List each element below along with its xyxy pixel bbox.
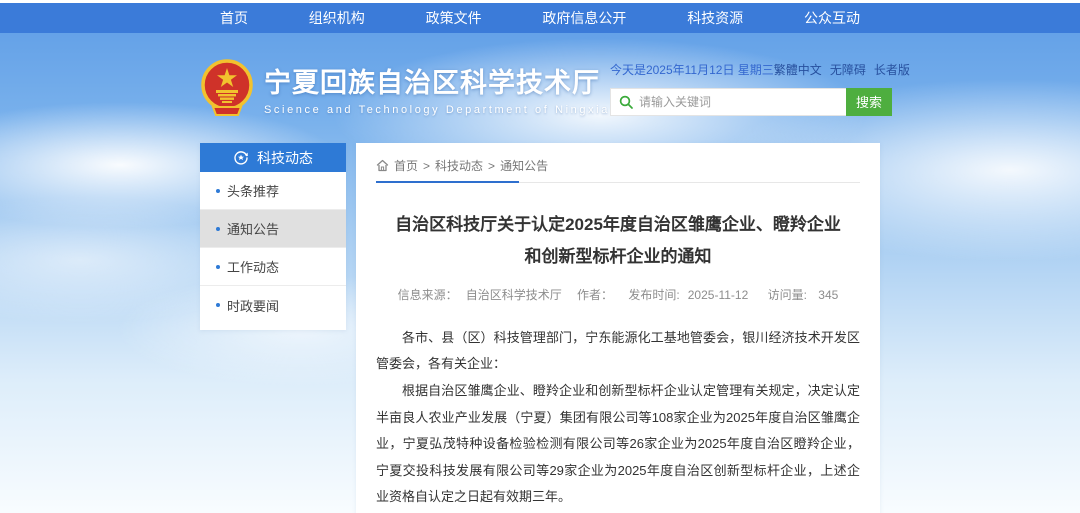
sidebar-item-label: 头条推荐 — [227, 181, 279, 200]
article-meta: 信息来源： 自治区科学技术厅 作者： 发布时间: 2025-11-12 访问量: 3… — [376, 286, 860, 303]
breadcrumb-current: 通知公告 — [500, 157, 548, 174]
article-title-line2: 和创新型标杆企业的通知 — [525, 247, 712, 266]
site-title: 宁夏回族自治区科学技术厅 — [264, 61, 610, 100]
nav-item-interaction[interactable]: 公众互动 — [804, 8, 860, 28]
nav-item-organization[interactable]: 组织机构 — [309, 8, 365, 28]
bullet-dot-icon — [216, 227, 220, 231]
current-date: 今天是2025年11月12日 星期三 — [610, 61, 774, 78]
home-icon — [376, 159, 389, 172]
sidebar: 科技动态 头条推荐 通知公告 工作动态 时政要闻 — [200, 143, 346, 330]
article-title-line1: 自治区科技厅关于认定2025年度自治区雏鹰企业、瞪羚企业 — [395, 215, 841, 234]
nav-item-resources[interactable]: 科技资源 — [687, 8, 743, 28]
bullet-dot-icon — [216, 265, 220, 269]
breadcrumb: 首页 > 科技动态 > 通知公告 — [376, 153, 860, 182]
meta-publish-date: 2025-11-12 — [688, 288, 749, 302]
link-traditional-chinese[interactable]: 繁體中文 — [774, 61, 822, 78]
site-header: 宁夏回族自治区科学技术厅 Science and Technology Depa… — [0, 33, 1080, 143]
search-box — [610, 88, 846, 116]
sidebar-item-label: 通知公告 — [227, 219, 279, 238]
sidebar-header: 科技动态 — [200, 143, 346, 172]
circled-star-icon — [233, 150, 249, 166]
search-button[interactable]: 搜索 — [846, 88, 892, 116]
article-paragraph: 根据自治区雏鹰企业、瞪羚企业和创新型标杆企业认定管理有关规定，决定认定半亩良人农… — [376, 378, 860, 511]
sidebar-item-notices[interactable]: 通知公告 — [200, 210, 346, 248]
article-paragraph: 各市、县（区）科技管理部门，宁东能源化工基地管委会，银川经济技术开发区管委会，各… — [376, 325, 860, 378]
nav-item-gov-info[interactable]: 政府信息公开 — [542, 8, 626, 28]
meta-author-label: 作者： — [577, 288, 613, 302]
breadcrumb-separator: > — [488, 159, 495, 173]
meta-source-label: 信息来源： — [398, 288, 458, 302]
meta-views-value: 345 — [818, 288, 838, 302]
link-accessibility[interactable]: 无障碍 — [830, 61, 866, 78]
article-body: 各市、县（区）科技管理部门，宁东能源化工基地管委会，银川经济技术开发区管委会，各… — [376, 325, 860, 511]
sidebar-item-headlines[interactable]: 头条推荐 — [200, 172, 346, 210]
search-icon — [619, 95, 633, 109]
nav-item-home[interactable]: 首页 — [220, 8, 248, 28]
meta-publish-label: 发布时间: — [628, 288, 679, 302]
sidebar-item-label: 时政要闻 — [227, 296, 279, 315]
sidebar-title: 科技动态 — [257, 148, 313, 168]
sidebar-item-work-trends[interactable]: 工作动态 — [200, 248, 346, 286]
sidebar-item-politics-news[interactable]: 时政要闻 — [200, 286, 346, 324]
link-elderly-version[interactable]: 长者版 — [874, 61, 910, 78]
breadcrumb-home[interactable]: 首页 — [394, 157, 418, 174]
site-subtitle: Science and Technology Department of Nin… — [264, 104, 610, 116]
article-title: 自治区科技厅关于认定2025年度自治区雏鹰企业、瞪羚企业 和创新型标杆企业的通知 — [376, 209, 860, 274]
nav-item-policy[interactable]: 政策文件 — [426, 8, 482, 28]
bullet-dot-icon — [216, 189, 220, 193]
breadcrumb-separator: > — [423, 159, 430, 173]
breadcrumb-section[interactable]: 科技动态 — [435, 157, 483, 174]
meta-views-label: 访问量: — [768, 288, 807, 302]
main-panel: 首页 > 科技动态 > 通知公告 自治区科技厅关于认定2025年度自治区雏鹰企业… — [356, 143, 880, 513]
sidebar-item-label: 工作动态 — [227, 257, 279, 276]
meta-source-value: 自治区科学技术厅 — [466, 288, 562, 302]
national-emblem-logo — [200, 59, 254, 117]
bullet-dot-icon — [216, 303, 220, 307]
breadcrumb-divider — [376, 182, 860, 183]
top-nav: 首页 组织机构 政策文件 政府信息公开 科技资源 公众互动 — [0, 3, 1080, 33]
search-input[interactable] — [639, 95, 838, 109]
